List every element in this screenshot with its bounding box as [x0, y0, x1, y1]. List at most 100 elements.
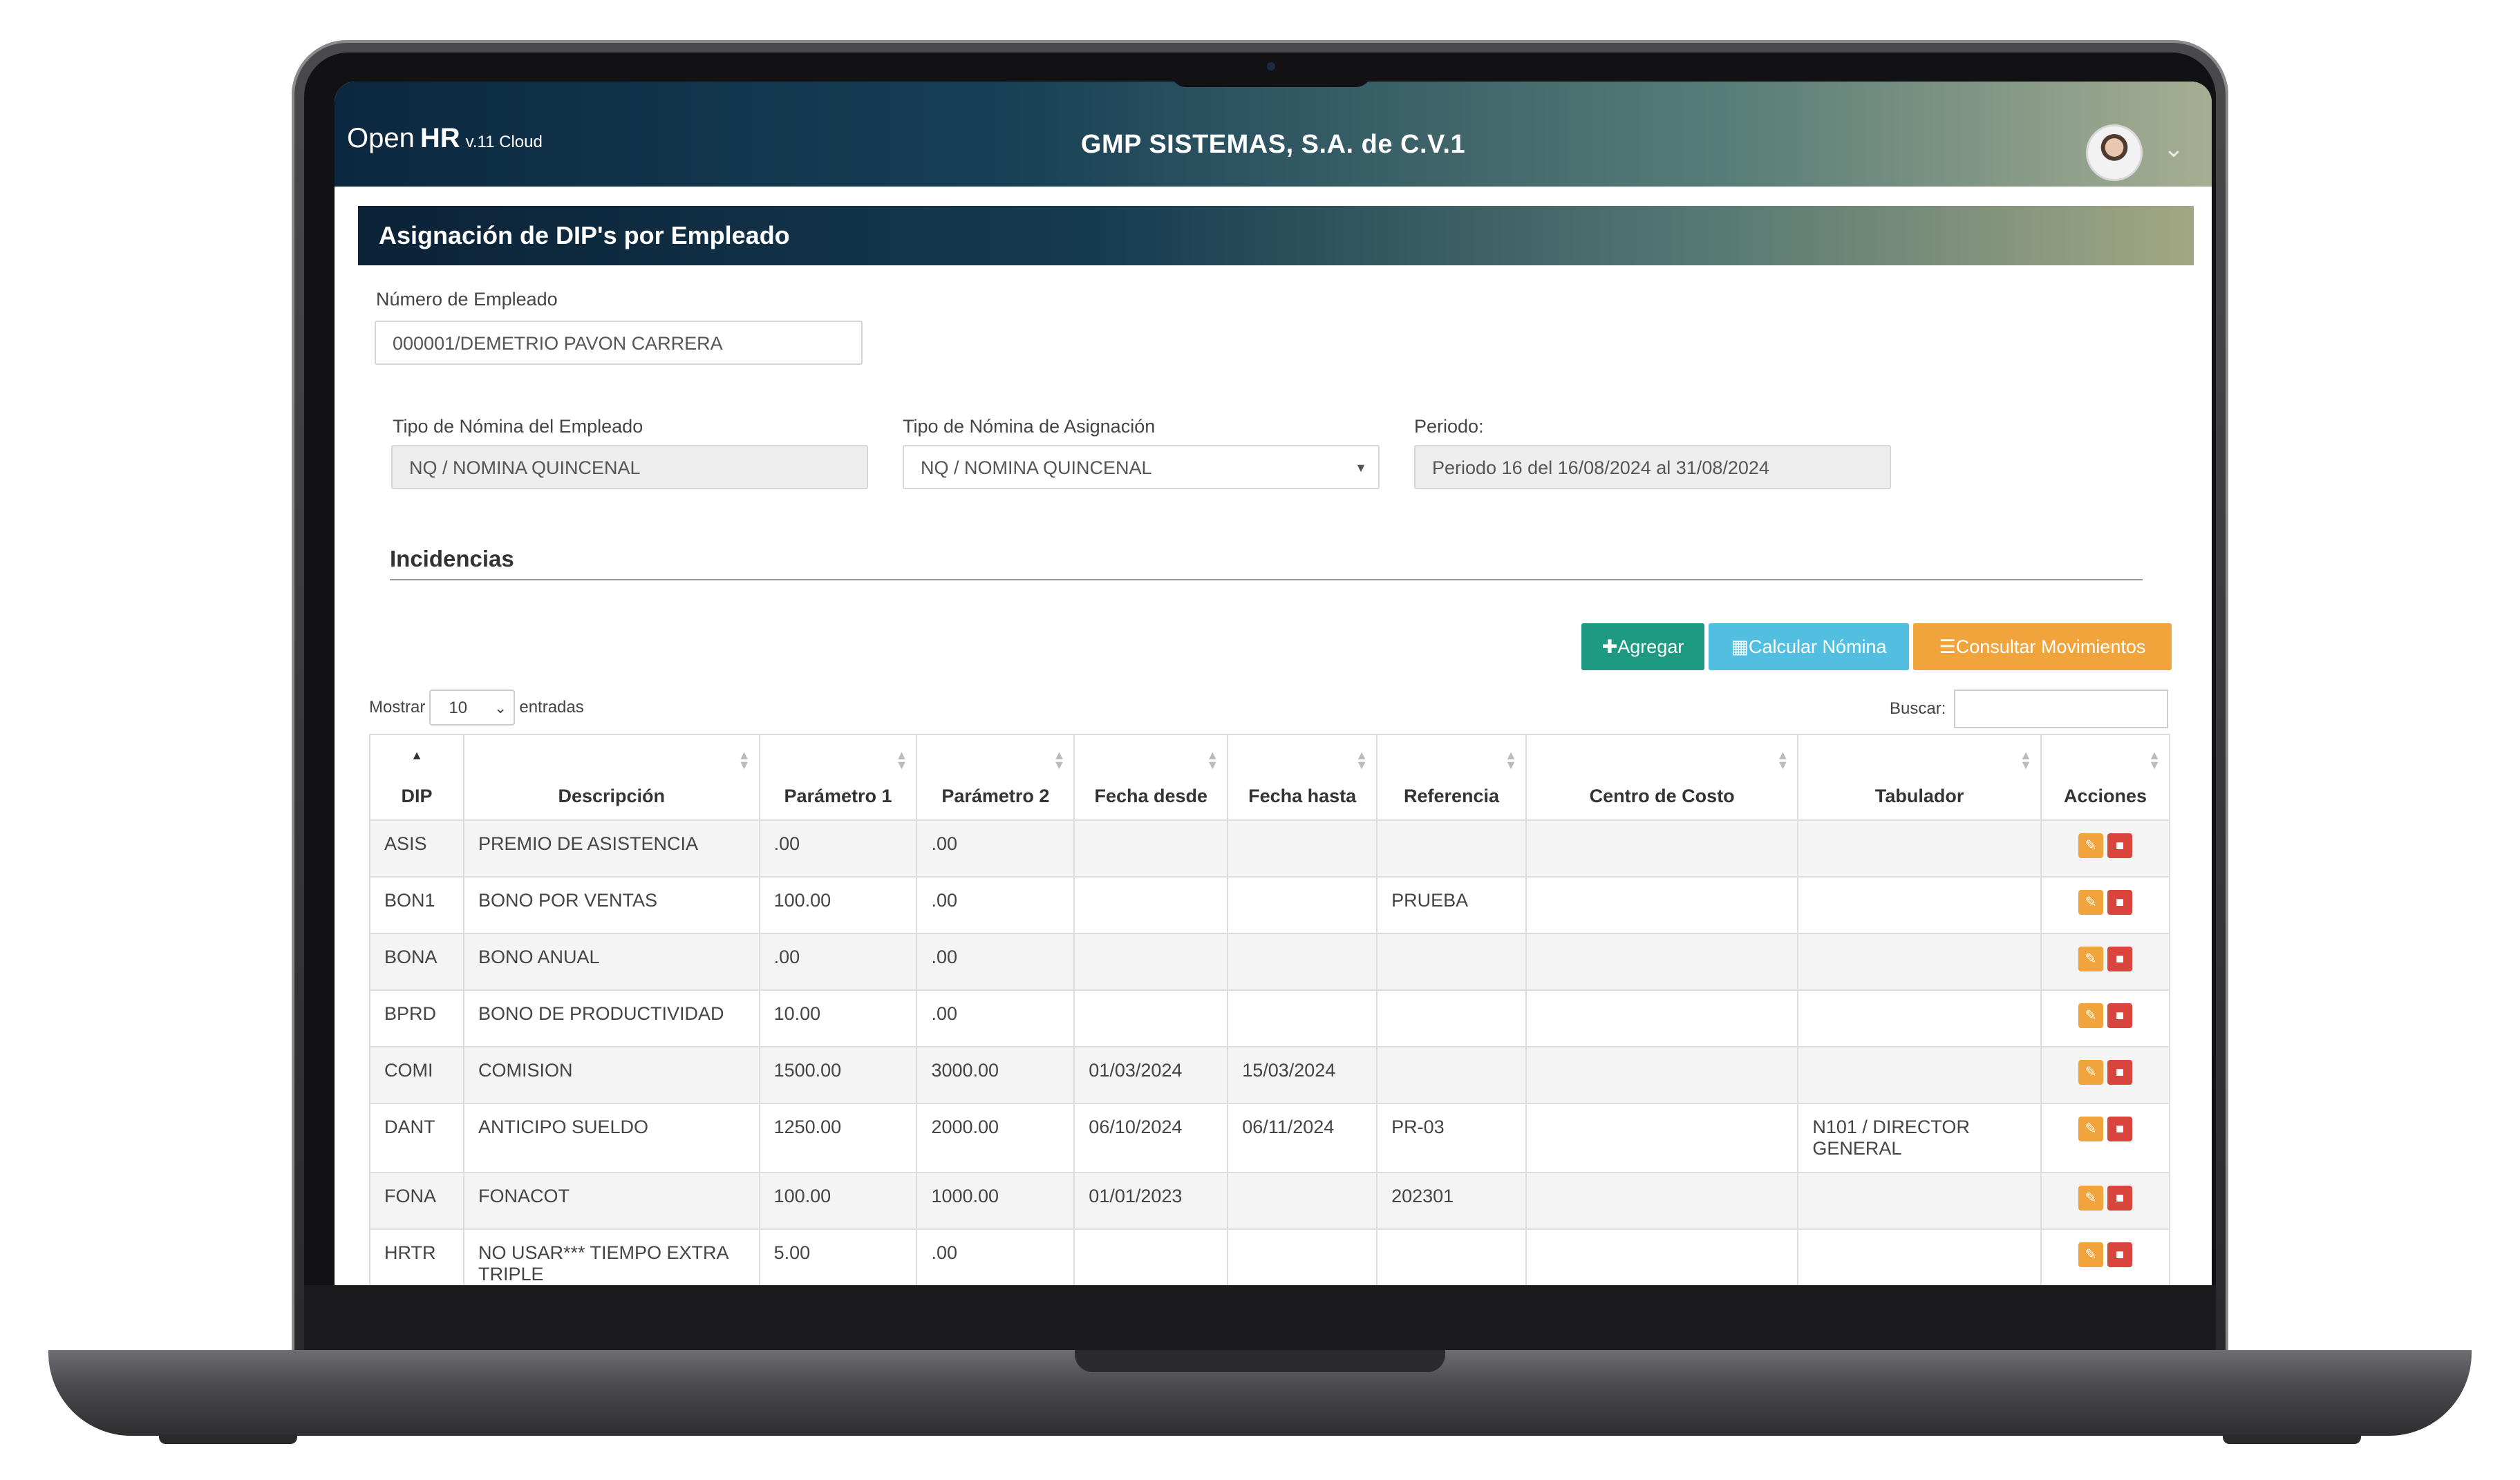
- movements-button[interactable]: ☰Consultar Movimientos: [1913, 623, 2172, 670]
- table-cell: [1073, 819, 1229, 877]
- column-header-parametro-1[interactable]: ▲ ▼ Parámetro 1: [758, 734, 918, 821]
- user-avatar[interactable]: [2086, 124, 2143, 181]
- table-cell: 06/11/2024: [1227, 1103, 1378, 1173]
- table-cell: [1525, 819, 1799, 877]
- delete-icon[interactable]: ■: [2107, 1060, 2132, 1085]
- sort-icon: ▲ ▼: [1505, 748, 1517, 772]
- entries-label: entradas: [519, 698, 584, 717]
- periodo-label: Periodo:: [1414, 416, 1484, 437]
- app-screen: Open HR v.11 Cloud GMP SISTEMAS, S.A. de C…: [335, 82, 2212, 1298]
- table-cell: .00: [916, 989, 1075, 1047]
- laptop-base: [48, 1350, 2472, 1444]
- row-actions: ✎ ■: [2056, 1117, 2155, 1141]
- edit-icon[interactable]: ✎: [2078, 1242, 2103, 1267]
- add-button[interactable]: ✚Agregar: [1581, 623, 1704, 670]
- table-cell: [1797, 819, 2042, 877]
- column-header-acciones[interactable]: ▲ ▼ Acciones: [2040, 734, 2171, 821]
- table-cell: BON1: [369, 876, 464, 934]
- table-cell: 202301: [1376, 1172, 1527, 1230]
- column-header-centro-costo[interactable]: ▲ ▼ Centro de Costo: [1525, 734, 1799, 821]
- camera-notch: [1171, 53, 1371, 87]
- sort-icon: ▲ ▼: [1206, 748, 1219, 772]
- sort-icon: ▲ ▼: [1355, 748, 1369, 772]
- caret-down-icon: ▼: [1355, 461, 1367, 475]
- column-header-dip[interactable]: ▲ DIP: [369, 734, 464, 821]
- calculate-label: Calcular Nómina: [1748, 636, 1887, 657]
- chevron-down-icon[interactable]: ⌄: [2163, 134, 2184, 163]
- table-cell: FONA: [369, 1172, 464, 1230]
- table-cell: [1073, 876, 1229, 934]
- column-label: Parámetro 2: [941, 786, 1050, 806]
- section-title: Incidencias: [390, 546, 514, 571]
- entries-control: Mostrar 10 ⌄ entradas: [369, 690, 584, 725]
- delete-icon[interactable]: ■: [2107, 1117, 2132, 1141]
- laptop-foot: [159, 1434, 297, 1444]
- section-divider: [390, 579, 2143, 580]
- delete-icon[interactable]: ■: [2107, 1242, 2132, 1267]
- table-cell: [1797, 1046, 2042, 1104]
- edit-icon[interactable]: ✎: [2078, 1117, 2103, 1141]
- table-cell: [1376, 1046, 1527, 1104]
- edit-icon[interactable]: ✎: [2078, 1060, 2103, 1085]
- row-actions: ✎ ■: [2056, 1186, 2155, 1211]
- column-label: Parámetro 1: [784, 786, 892, 806]
- column-header-parametro-2[interactable]: ▲ ▼ Parámetro 2: [916, 734, 1075, 821]
- employee-field[interactable]: 000001/DEMETRIO PAVON CARRERA: [375, 321, 863, 365]
- table-cell: .00: [758, 819, 918, 877]
- table-cell: [1073, 989, 1229, 1047]
- edit-icon[interactable]: ✎: [2078, 833, 2103, 858]
- edit-icon[interactable]: ✎: [2078, 1186, 2103, 1211]
- search-control: Buscar:: [1890, 690, 2169, 728]
- edit-icon[interactable]: ✎: [2078, 947, 2103, 971]
- screen-bezel: Open HR v.11 Cloud GMP SISTEMAS, S.A. de C…: [304, 53, 2216, 1353]
- edit-icon[interactable]: ✎: [2078, 1003, 2103, 1028]
- column-label: Fecha desde: [1094, 786, 1208, 806]
- table-cell: [1227, 989, 1378, 1047]
- table-cell: [1227, 933, 1378, 991]
- column-label: Referencia: [1404, 786, 1500, 806]
- periodo-field: Periodo 16 del 16/08/2024 al 31/08/2024: [1414, 445, 1891, 489]
- column-header-fecha-hasta[interactable]: ▲ ▼ Fecha hasta: [1227, 734, 1378, 821]
- calculate-payroll-button[interactable]: ▦Calcular Nómina: [1709, 623, 1909, 670]
- actions-cell: ✎ ■: [2040, 1103, 2171, 1173]
- actions-cell: ✎ ■: [2040, 933, 2171, 991]
- table-cell: ANTICIPO SUELDO: [462, 1103, 760, 1173]
- table-cell: [1525, 1103, 1799, 1173]
- table-cell: [1227, 876, 1378, 934]
- delete-icon[interactable]: ■: [2107, 833, 2132, 858]
- search-input[interactable]: [1954, 690, 2169, 728]
- column-header-tabulador[interactable]: ▲ ▼ Tabulador: [1797, 734, 2042, 821]
- list-icon: ☰: [1939, 636, 1956, 657]
- column-header-referencia[interactable]: ▲ ▼ Referencia: [1376, 734, 1527, 821]
- nomina-asignacion-select[interactable]: NQ / NOMINA QUINCENAL ▼: [903, 445, 1380, 489]
- movements-label: Consultar Movimientos: [1955, 636, 2146, 657]
- base-notch: [1075, 1350, 1445, 1372]
- delete-icon[interactable]: ■: [2107, 890, 2132, 915]
- table-cell: 100.00: [758, 876, 918, 934]
- table-cell: [1227, 1172, 1378, 1230]
- table-cell: 2000.00: [916, 1103, 1075, 1173]
- chevron-down-icon: ⌄: [493, 699, 507, 717]
- row-actions: ✎ ■: [2056, 833, 2155, 858]
- table-cell: .00: [916, 876, 1075, 934]
- table-cell: 1500.00: [758, 1046, 918, 1104]
- delete-icon[interactable]: ■: [2107, 1186, 2132, 1211]
- column-header-descripcion[interactable]: ▲ ▼ Descripción: [462, 734, 760, 821]
- edit-icon[interactable]: ✎: [2078, 890, 2103, 915]
- table-row: BONA BONO ANUAL .00.00 ✎ ■: [369, 933, 2171, 991]
- delete-icon[interactable]: ■: [2107, 947, 2132, 971]
- table-cell: 1250.00: [758, 1103, 918, 1173]
- plus-icon: ✚: [1601, 636, 1618, 657]
- table-cell: FONACOT: [462, 1172, 760, 1230]
- column-header-fecha-desde[interactable]: ▲ ▼ Fecha desde: [1073, 734, 1229, 821]
- sort-icon: ▲ ▼: [2020, 748, 2032, 772]
- delete-icon[interactable]: ■: [2107, 1003, 2132, 1028]
- actions-cell: ✎ ■: [2040, 989, 2171, 1047]
- row-actions: ✎ ■: [2056, 947, 2155, 971]
- table-cell: [1525, 1046, 1799, 1104]
- table-cell: [1525, 876, 1799, 934]
- entries-select[interactable]: 10 ⌄: [429, 690, 516, 725]
- table-cell: .00: [916, 933, 1075, 991]
- table-row: COMI COMISION 1500.00 3000.00 01/03/2024 15/0…: [369, 1046, 2171, 1104]
- employee-label: Número de Empleado: [376, 289, 558, 310]
